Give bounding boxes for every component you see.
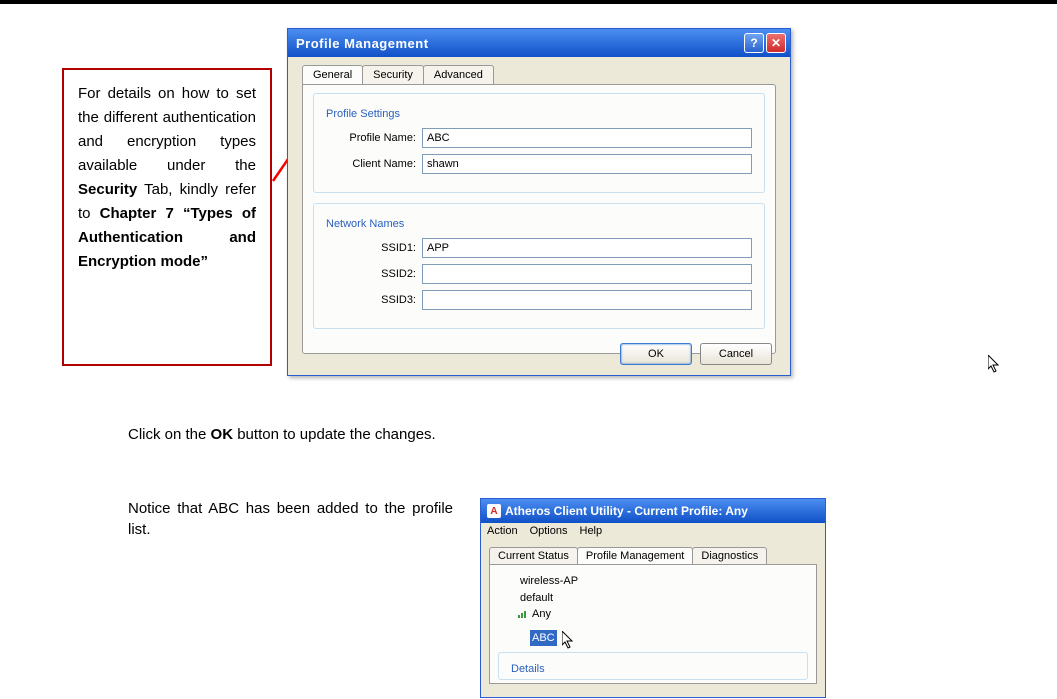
- profile-name-input[interactable]: [422, 128, 752, 148]
- dialog-button-row: OK Cancel: [620, 343, 772, 365]
- cursor-icon: [562, 631, 574, 649]
- callout-bold-security: Security: [78, 181, 137, 198]
- client-name-input[interactable]: [422, 154, 752, 174]
- tab-row: General Security Advanced: [302, 65, 790, 84]
- callout-bold-chapter: Chapter 7 “Types of Authentication and E…: [78, 205, 256, 270]
- instruction-1-pre: Click on the: [128, 426, 211, 443]
- ssid3-label: SSID3:: [326, 294, 416, 306]
- ok-button[interactable]: OK: [620, 343, 692, 365]
- instruction-line-1: Click on the OK button to update the cha…: [128, 426, 436, 443]
- help-button[interactable]: ?: [744, 33, 764, 53]
- profile-item-wireless-ap[interactable]: wireless-AP: [518, 573, 808, 590]
- profile-list[interactable]: wireless-AP default Any ABC: [518, 573, 808, 646]
- tab-advanced[interactable]: Advanced: [423, 65, 494, 84]
- network-names-fieldset: Network Names SSID1: SSID2: SSID3:: [313, 203, 765, 329]
- ssid1-input[interactable]: [422, 238, 752, 258]
- app-logo-icon: A: [487, 504, 501, 518]
- callout-text-pre: For details on how to set the different …: [78, 85, 256, 174]
- signal-icon: [518, 610, 528, 618]
- client-name-label: Client Name:: [326, 158, 416, 170]
- tab-panel: Profile Settings Profile Name: Client Na…: [302, 84, 776, 354]
- profile-management-dialog: Profile Management ? ✕ General Security …: [287, 28, 791, 376]
- menu-action[interactable]: Action: [487, 525, 518, 539]
- tab-diagnostics[interactable]: Diagnostics: [692, 547, 767, 564]
- dialog-titlebar[interactable]: Profile Management ? ✕: [288, 29, 790, 57]
- dialog2-titlebar[interactable]: A Atheros Client Utility - Current Profi…: [481, 499, 825, 523]
- ssid1-label: SSID1:: [326, 242, 416, 254]
- menu-options[interactable]: Options: [530, 525, 568, 539]
- profile-settings-fieldset: Profile Settings Profile Name: Client Na…: [313, 93, 765, 193]
- tab-general[interactable]: General: [302, 65, 363, 84]
- profile-name-label: Profile Name:: [326, 132, 416, 144]
- instruction-line-2: Notice that ABC has been added to the pr…: [128, 498, 453, 540]
- dialog-title: Profile Management: [296, 36, 742, 51]
- cancel-button[interactable]: Cancel: [700, 343, 772, 365]
- details-legend: Details: [507, 663, 549, 675]
- callout-box: For details on how to set the different …: [62, 68, 272, 366]
- cursor-icon: [988, 355, 1000, 373]
- dialog2-title: Atheros Client Utility - Current Profile…: [505, 504, 748, 518]
- dialog2-tab-row: Current Status Profile Management Diagno…: [489, 547, 817, 564]
- profile-item-default[interactable]: default: [518, 590, 808, 607]
- page-top-border: [0, 0, 1057, 4]
- tab-security[interactable]: Security: [362, 65, 424, 84]
- menu-help[interactable]: Help: [580, 525, 603, 539]
- ssid2-input[interactable]: [422, 264, 752, 284]
- menu-bar: Action Options Help: [481, 523, 825, 541]
- close-icon: ✕: [771, 36, 781, 50]
- dialog2-panel: wireless-AP default Any ABC Details: [489, 564, 817, 684]
- dialog2-body: Current Status Profile Management Diagno…: [481, 541, 825, 690]
- details-fieldset: Details: [498, 652, 808, 680]
- profile-item-abc[interactable]: ABC: [530, 630, 557, 647]
- profile-settings-legend: Profile Settings: [322, 108, 404, 120]
- ssid3-input[interactable]: [422, 290, 752, 310]
- atheros-client-utility-window: A Atheros Client Utility - Current Profi…: [480, 498, 826, 698]
- profile-item-any: Any: [530, 608, 553, 620]
- instruction-1-bold: OK: [211, 426, 234, 443]
- profile-item-any-row[interactable]: Any: [518, 606, 808, 623]
- close-button[interactable]: ✕: [766, 33, 786, 53]
- tab-profile-management[interactable]: Profile Management: [577, 547, 693, 564]
- tab-current-status[interactable]: Current Status: [489, 547, 578, 564]
- instruction-1-post: button to update the changes.: [233, 426, 436, 443]
- network-names-legend: Network Names: [322, 218, 408, 230]
- ssid2-label: SSID2:: [326, 268, 416, 280]
